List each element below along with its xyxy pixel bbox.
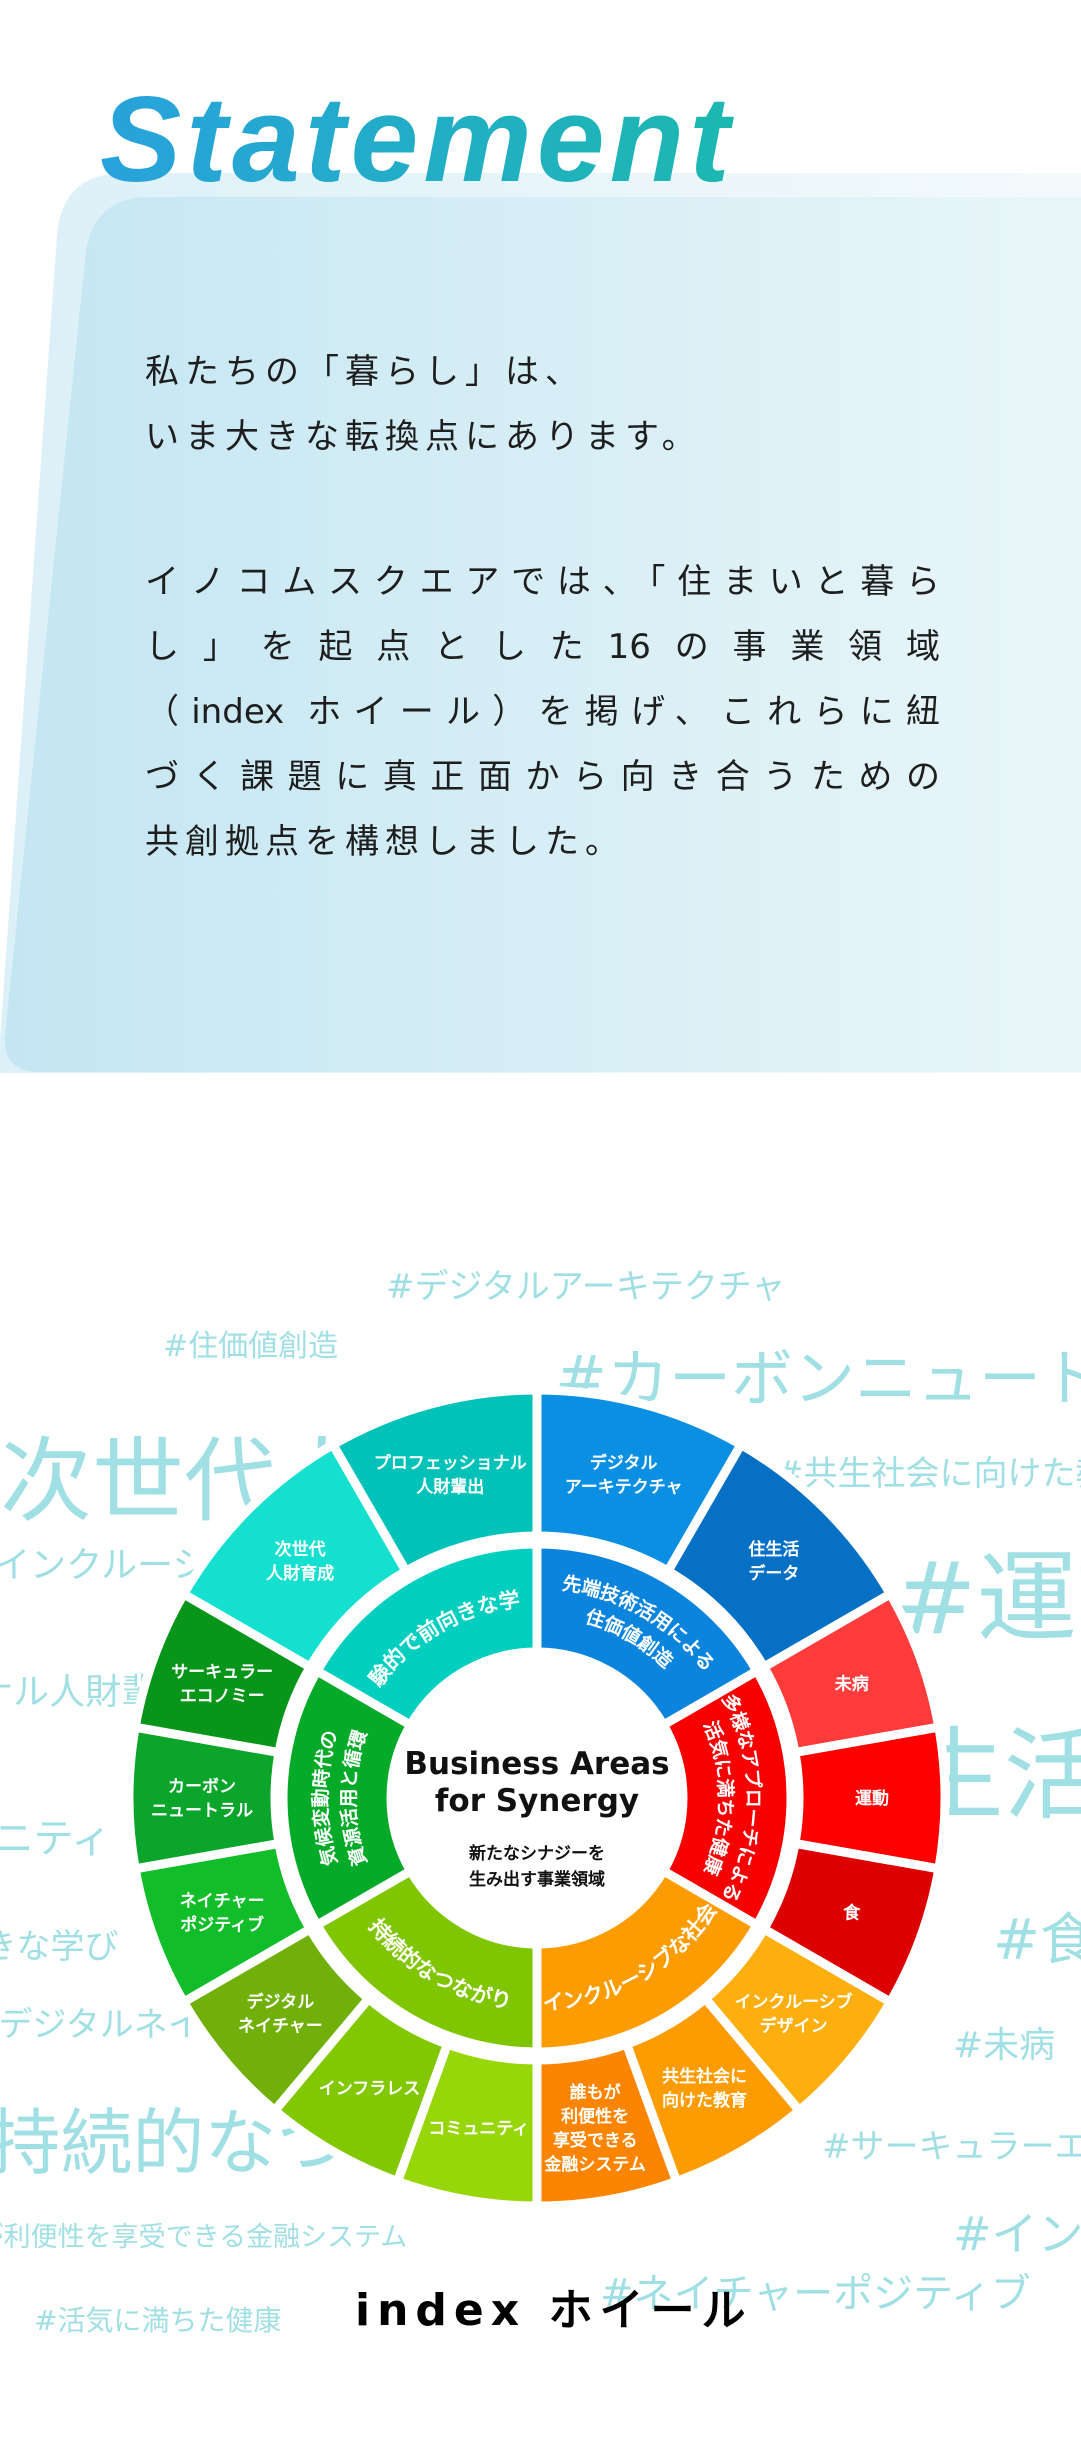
center-title-line: for Synergy — [435, 1783, 639, 1819]
outer-segment-label: 未病 — [834, 1673, 869, 1694]
statement-heading: Statement — [100, 71, 735, 207]
statement-line: し」を起点とした16の事業領域 — [145, 627, 940, 667]
statement-text: 私たちの「暮らし」は、 いま大きな転換点にあります。 イノコムスクエアでは、「住… — [145, 340, 940, 875]
center-subtitle-line: 生み出す事業領域 — [469, 1869, 605, 1890]
center-subtitle-line: 新たなシナジーを — [469, 1843, 605, 1864]
outer-segment-label: 運動 — [855, 1788, 889, 1809]
statement-line: づく課題に真正面から向き合うための — [145, 757, 940, 797]
outer-segment-label: 食 — [843, 1903, 861, 1924]
statement-line: イノコムスクエアでは、「住まいと暮ら — [145, 562, 940, 602]
statement-line: （index ホイール）を掲げ、これらに紐 — [145, 692, 940, 732]
index-wheel-title: index ホイール — [355, 2285, 753, 2336]
outer-segment-label: インフラレス — [319, 2079, 421, 2099]
bg-tag: #活気に満ちた健康 — [34, 2304, 281, 2337]
statement-line: いま大きな転換点にあります。 — [145, 417, 702, 457]
outer-segment-label: コミュニティ — [428, 2119, 529, 2139]
statement-line: 共創拠点を構想しました。 — [145, 822, 625, 862]
center-title-line: Business Areas — [404, 1746, 669, 1782]
index-wheel: デジタルアーキテクチャ住生活データ先端技術活用による住価値創造未病運動食多様なア… — [0, 1280, 950, 2211]
statement-line: 私たちの「暮らし」は、 — [145, 352, 585, 392]
